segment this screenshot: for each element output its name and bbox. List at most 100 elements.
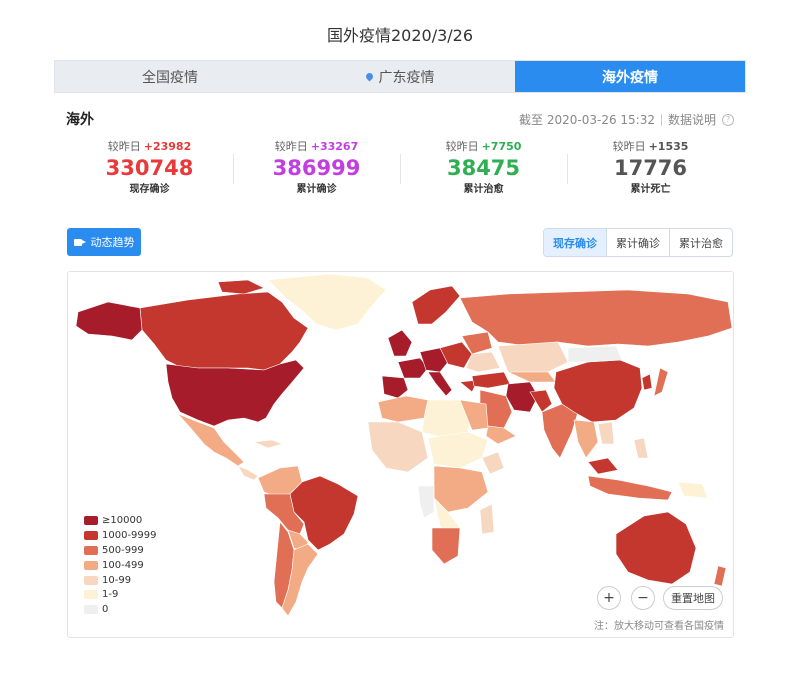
- map-country[interactable]: [677, 481, 709, 499]
- map-country[interactable]: [713, 565, 727, 587]
- zoom-out-button[interactable]: −: [631, 586, 655, 610]
- map-country[interactable]: [615, 511, 697, 585]
- legend-item: 100-499: [84, 558, 157, 573]
- map-country[interactable]: [367, 421, 429, 473]
- map-country[interactable]: [75, 301, 143, 341]
- map-country[interactable]: [387, 329, 413, 357]
- dynamic-trend-label: 动态趋势: [90, 236, 135, 249]
- dynamic-trend-button[interactable]: 动态趋势: [67, 228, 141, 256]
- legend-item: 10-99: [84, 573, 157, 588]
- map-country[interactable]: [431, 527, 461, 565]
- tab-national[interactable]: 全国疫情: [55, 61, 285, 92]
- stat-label: 现存确诊: [129, 184, 170, 195]
- stat-change: 较昨日 +1535: [612, 140, 689, 153]
- stat-change: 较昨日 +7750: [445, 140, 522, 153]
- legend-swatch: [84, 590, 98, 600]
- map-metric-toggle: 现存确诊 累计确诊 累计治愈: [543, 228, 733, 257]
- legend-swatch: [84, 530, 98, 540]
- legend-item: 1-9: [84, 587, 157, 602]
- reset-map-button[interactable]: 重置地图: [663, 586, 723, 610]
- legend-swatch: [84, 605, 98, 615]
- map-country[interactable]: [471, 371, 511, 389]
- map-country[interactable]: [567, 345, 623, 363]
- toggle-total-cured[interactable]: 累计治愈: [669, 229, 732, 256]
- legend-item: 0: [84, 602, 157, 617]
- legend-label: 1-9: [102, 589, 119, 601]
- stat-label: 累计治愈: [463, 184, 504, 195]
- world-map[interactable]: [67, 271, 734, 638]
- tab-guangdong[interactable]: 广东疫情: [285, 61, 515, 92]
- map-country[interactable]: [587, 457, 619, 475]
- map-country[interactable]: [377, 395, 429, 423]
- map-country[interactable]: [417, 485, 435, 519]
- map-country[interactable]: [381, 375, 409, 399]
- stat-current-confirmed: 较昨日 +23982 330748 现存确诊: [66, 138, 233, 196]
- legend-label: 10-99: [102, 574, 132, 586]
- toggle-total-confirmed[interactable]: 累计确诊: [606, 229, 669, 256]
- map-country[interactable]: [427, 431, 489, 469]
- map-legend: ≥10000 1000-9999 500-999 100-499 10-99 1…: [84, 513, 157, 617]
- map-country[interactable]: [459, 289, 733, 347]
- map-country[interactable]: [541, 403, 579, 459]
- map-country[interactable]: [139, 291, 309, 371]
- toggle-current-confirmed[interactable]: 现存确诊: [544, 229, 606, 256]
- legend-label: 0: [102, 604, 109, 616]
- stats-row: 较昨日 +23982 330748 现存确诊 较昨日 +33267 386999 累…: [66, 138, 734, 196]
- map-country[interactable]: [597, 421, 615, 445]
- legend-item: 500-999: [84, 543, 157, 558]
- map-country[interactable]: [507, 371, 557, 383]
- stat-total-cured: 较昨日 +7750 38475 累计治愈: [400, 138, 567, 196]
- tab-overseas[interactable]: 海外疫情: [515, 61, 745, 92]
- stat-value: 38475: [446, 156, 521, 180]
- legend-swatch: [84, 545, 98, 555]
- map-country[interactable]: [641, 373, 653, 391]
- map-country[interactable]: [481, 451, 505, 475]
- stat-value: 386999: [272, 156, 361, 180]
- stat-value: 330748: [105, 156, 194, 180]
- divider: [660, 113, 662, 126]
- stat-change: 较昨日 +33267: [274, 140, 359, 153]
- tab-national-label: 全国疫情: [142, 69, 198, 86]
- map-country[interactable]: [633, 437, 649, 459]
- stat-change: 较昨日 +23982: [107, 140, 192, 153]
- map-country[interactable]: [587, 475, 673, 501]
- map-note: 注：放大移动可查看各国疫情: [594, 621, 724, 632]
- legend-swatch: [84, 515, 98, 525]
- map-country[interactable]: [411, 285, 461, 325]
- map-country[interactable]: [427, 371, 453, 397]
- legend-label: ≥10000: [102, 514, 143, 526]
- legend-label: 500-999: [102, 544, 144, 556]
- world-map-svg: [75, 273, 733, 617]
- tab-overseas-label: 海外疫情: [602, 69, 658, 86]
- data-note-link[interactable]: 数据说明: [668, 111, 716, 128]
- map-country[interactable]: [485, 425, 517, 445]
- page-title: 国外疫情2020/3/26: [326, 26, 474, 45]
- map-country[interactable]: [237, 465, 259, 481]
- region-label: 海外: [66, 112, 94, 128]
- stat-label: 累计死亡: [630, 184, 671, 195]
- zoom-in-button[interactable]: +: [597, 586, 621, 610]
- video-camera-icon: [73, 238, 86, 246]
- location-pin-icon: [364, 71, 374, 82]
- map-country[interactable]: [217, 279, 265, 295]
- stat-total-deaths: 较昨日 +1535 17776 累计死亡: [567, 138, 734, 196]
- region-tabs: 全国疫情 广东疫情 海外疫情: [54, 60, 746, 93]
- legend-item: 1000-9999: [84, 528, 157, 543]
- map-country[interactable]: [479, 503, 495, 535]
- map-country[interactable]: [573, 419, 599, 459]
- stat-label: 累计确诊: [296, 184, 337, 195]
- map-country[interactable]: [497, 341, 569, 377]
- as-of-time: 截至 2020-03-26 15:32: [519, 113, 655, 127]
- map-country[interactable]: [653, 367, 669, 397]
- map-country[interactable]: [433, 465, 489, 513]
- stat-total-confirmed: 较昨日 +33267 386999 累计确诊: [233, 138, 400, 196]
- legend-label: 1000-9999: [102, 529, 157, 541]
- legend-swatch: [84, 575, 98, 585]
- help-icon[interactable]: ?: [722, 113, 734, 126]
- map-country[interactable]: [165, 359, 305, 427]
- legend-label: 100-499: [102, 559, 144, 571]
- tab-guangdong-label: 广东疫情: [378, 69, 435, 86]
- map-country[interactable]: [252, 439, 283, 449]
- as-of-bar: 截至 2020-03-26 15:32 数据说明 ?: [519, 111, 734, 128]
- legend-item: ≥10000: [84, 513, 157, 528]
